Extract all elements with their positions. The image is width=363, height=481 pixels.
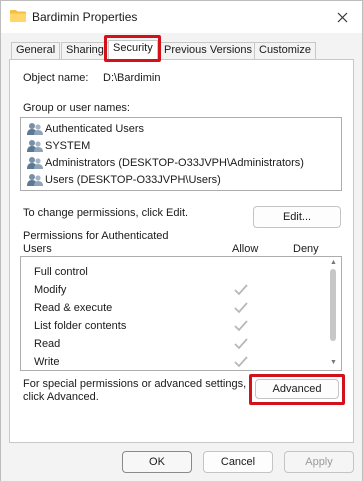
check-icon [234,356,248,368]
permission-name: Full control [34,266,88,278]
permissions-for-label: Permissions for Authenticated [23,230,169,242]
dialog-footer: OK Cancel Apply [1,443,362,481]
list-item[interactable]: Users (DESKTOP-O33JVPH\Users) [27,172,221,188]
table-row: Write [34,354,59,370]
users-icon [27,123,43,135]
security-tab-highlight [104,35,161,62]
scroll-up-icon[interactable]: ▲ [330,259,337,266]
cancel-button[interactable]: Cancel [203,451,273,473]
table-row: Read [34,336,60,352]
deny-header: Deny [293,243,319,255]
table-row: Modify [34,282,66,298]
check-icon [234,302,248,314]
properties-dialog: Bardimin Properties General Sharing Secu… [0,0,363,481]
permission-name: Read [34,338,61,350]
list-item[interactable]: Administrators (DESKTOP-O33JVPH\Administ… [27,155,304,171]
check-icon [234,284,248,296]
permissions-list[interactable]: Full control Modify Read & execute List … [20,256,342,371]
users-icon [27,174,43,186]
tab-general[interactable]: General [11,42,61,59]
allow-header: Allow [232,243,259,255]
apply-button[interactable]: Apply [284,451,354,473]
user-name: Authenticated Users [45,123,145,135]
list-item[interactable]: SYSTEM [27,138,90,154]
scrollbar-thumb[interactable] [330,269,336,341]
table-row: Full control [34,264,88,280]
folder-icon [10,10,26,22]
group-label: Group or user names: [23,102,130,114]
permission-name: Modify [34,284,67,296]
close-button[interactable] [329,5,355,29]
advanced-button-highlight [249,374,345,405]
permission-name: List folder contents [34,320,127,332]
users-icon [27,140,43,152]
ok-button[interactable]: OK [122,451,192,473]
edit-button[interactable]: Edit... [253,206,341,228]
users-icon [27,157,43,169]
user-name: Users (DESKTOP-O33JVPH\Users) [45,174,221,186]
change-permissions-hint: To change permissions, click Edit. [23,207,189,219]
permissions-for-label-user: Users [23,243,52,255]
tab-customize[interactable]: Customize [254,42,316,59]
window-title: Bardimin Properties [32,10,138,24]
tab-bar: General Sharing Security Previous Versio… [1,33,362,60]
scroll-down-icon[interactable]: ▼ [330,359,337,366]
table-row: Read & execute [34,300,112,316]
user-name: Administrators (DESKTOP-O33JVPH\Administ… [45,157,304,169]
permission-name: Write [34,356,60,368]
special-permissions-hint: For special permissions or advanced sett… [23,378,247,390]
object-name-value: D:\Bardimin [103,72,161,84]
special-permissions-hint-2: click Advanced. [23,391,99,403]
table-row: List folder contents [34,318,126,334]
tab-previous-versions[interactable]: Previous Versions [159,42,258,59]
tab-sharing[interactable]: Sharing [61,42,109,59]
user-name: SYSTEM [45,140,91,152]
close-icon [337,12,347,22]
title-bar: Bardimin Properties [1,1,362,33]
check-icon [234,320,248,332]
check-icon [234,338,248,350]
user-list[interactable]: Authenticated Users SYSTEM Administrator… [20,117,342,191]
list-item[interactable]: Authenticated Users [27,121,144,137]
object-name-label: Object name: [23,72,89,84]
permission-name: Read & execute [34,302,113,314]
